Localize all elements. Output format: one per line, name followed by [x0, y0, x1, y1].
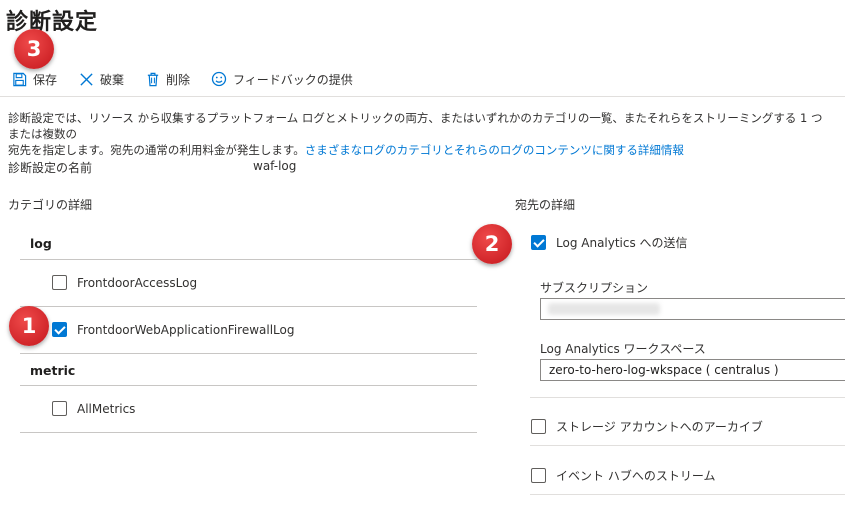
storage-archive-option[interactable]: ストレージ アカウントへのアーカイブ — [531, 418, 763, 435]
description: 診断設定では、リソース から収集するプラットフォーム ログとメトリックの両方、ま… — [8, 110, 828, 158]
checkbox[interactable] — [52, 322, 67, 337]
destination-details-heading: 宛先の詳細 — [515, 198, 576, 212]
feedback-button[interactable]: フィードバックの提供 — [211, 62, 353, 96]
divider — [20, 306, 477, 307]
step-badge-2: 2 — [472, 224, 512, 264]
trash-icon — [147, 72, 159, 86]
checkbox-label: FrontdoorAccessLog — [77, 275, 198, 290]
divider — [20, 353, 477, 354]
checkbox-label: Log Analytics への送信 — [556, 236, 688, 250]
toolbar-divider — [0, 96, 845, 97]
smiley-icon — [211, 71, 227, 87]
discard-label: 破棄 — [100, 72, 125, 87]
step-badge-3: 3 — [14, 29, 54, 69]
close-icon — [80, 72, 93, 86]
checkbox[interactable] — [531, 419, 546, 434]
step-badge-1: 1 — [9, 306, 49, 346]
delete-label: 削除 — [166, 72, 191, 87]
discard-button[interactable]: 破棄 — [79, 62, 124, 96]
checkbox-label: FrontdoorWebApplicationFirewallLog — [77, 322, 295, 337]
subscription-label: サブスクリプション — [540, 281, 649, 295]
setting-name-value[interactable]: waf-log — [253, 159, 296, 173]
workspace-label: Log Analytics ワークスペース — [540, 342, 706, 356]
description-line-2: 宛先を指定します。宛先の通常の利用料金が発生します。さまざまなログのカテゴリとそ… — [8, 142, 828, 158]
redacted-subscription — [548, 303, 660, 315]
divider — [20, 385, 477, 386]
checkbox[interactable] — [52, 401, 67, 416]
category-frontdoorwaflog[interactable]: FrontdoorWebApplicationFirewallLog — [52, 322, 294, 337]
setting-name-label: 診断設定の名前 — [8, 161, 93, 175]
metric-group-header: metric — [30, 363, 76, 378]
description-text: 宛先を指定します。宛先の通常の利用料金が発生します。 — [8, 143, 305, 157]
checkbox[interactable] — [52, 275, 67, 290]
checkbox[interactable] — [531, 468, 546, 483]
page-title: 診断設定 — [6, 10, 99, 35]
category-details-heading: カテゴリの詳細 — [8, 198, 93, 212]
log-analytics-option[interactable]: Log Analytics への送信 — [531, 234, 688, 251]
divider — [20, 432, 477, 433]
description-line-1: 診断設定では、リソース から収集するプラットフォーム ログとメトリックの両方、ま… — [8, 111, 823, 141]
divider — [530, 494, 845, 495]
delete-button[interactable]: 削除 — [146, 62, 190, 96]
command-bar: 保存 破棄 削除 フィードバックの提供 — [0, 62, 845, 96]
category-frontdooraccesslog[interactable]: FrontdoorAccessLog — [52, 275, 197, 290]
save-icon — [13, 72, 27, 86]
checkbox[interactable] — [531, 235, 546, 250]
event-hub-option[interactable]: イベント ハブへのストリーム — [531, 467, 715, 484]
category-allmetrics[interactable]: AllMetrics — [52, 401, 135, 416]
save-label: 保存 — [33, 72, 58, 87]
divider — [530, 397, 845, 398]
divider — [20, 259, 477, 260]
workspace-dropdown[interactable]: zero-to-hero-log-wkspace ( centralus ) — [540, 359, 845, 381]
checkbox-label: イベント ハブへのストリーム — [556, 469, 716, 483]
divider — [530, 445, 845, 446]
checkbox-label: AllMetrics — [77, 401, 136, 416]
log-group-header: log — [30, 236, 52, 251]
checkbox-label: ストレージ アカウントへのアーカイブ — [556, 420, 763, 434]
details-link[interactable]: さまざまなログのカテゴリとそれらのログのコンテンツに関する詳細情報 — [305, 143, 684, 157]
feedback-label: フィードバックの提供 — [233, 72, 353, 87]
